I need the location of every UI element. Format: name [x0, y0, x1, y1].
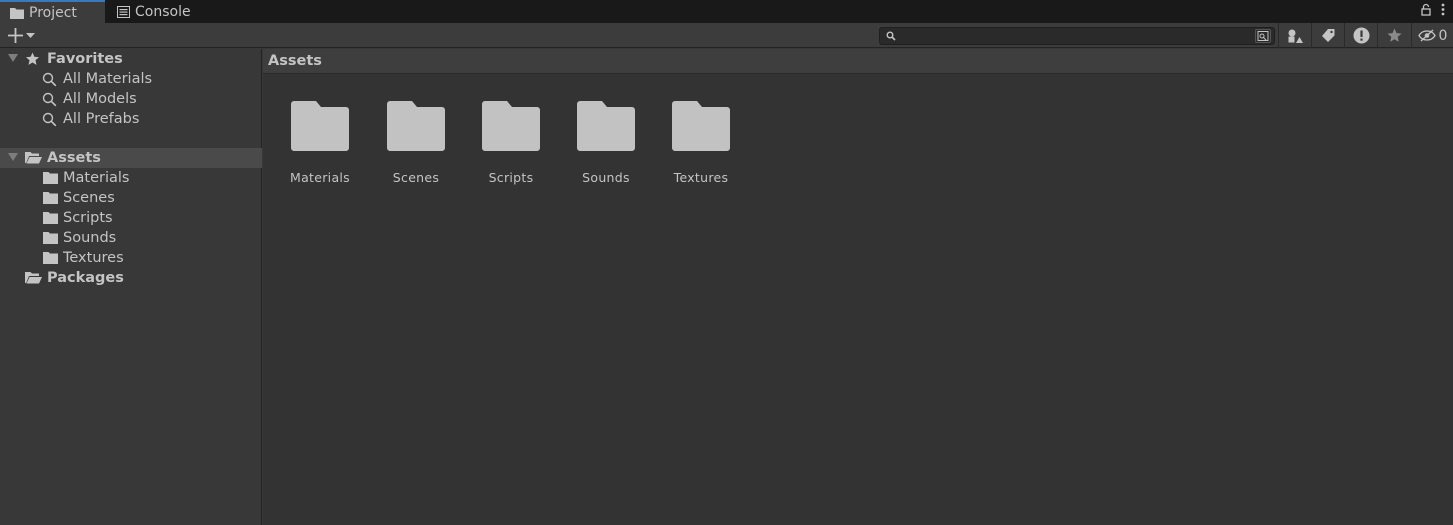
folder-icon	[10, 8, 24, 19]
folder-icon	[43, 172, 58, 184]
breadcrumb-assets[interactable]: Assets	[268, 53, 322, 69]
star-icon	[1387, 28, 1401, 42]
search-by-type-button[interactable]	[1255, 29, 1271, 43]
project-toolbar: 0	[0, 23, 1453, 48]
scene-search-icon	[1257, 31, 1269, 41]
plus-icon	[8, 28, 23, 43]
tree-favorites-label: Favorites	[47, 51, 123, 67]
tab-console-label: Console	[135, 3, 191, 20]
folder-open-icon	[25, 152, 42, 164]
folder-icon	[672, 101, 730, 151]
asset-name: Scripts	[488, 170, 534, 185]
folder-icon	[43, 212, 58, 224]
search-icon	[42, 72, 57, 87]
warning-icon	[1353, 27, 1369, 44]
asset-name: Textures	[673, 170, 729, 185]
search-icon	[42, 112, 57, 127]
tree-folder-label: Scripts	[63, 210, 113, 226]
tab-project-label: Project	[29, 5, 77, 21]
shapes-icon	[1288, 29, 1303, 43]
filter-by-log-type-button[interactable]	[1344, 23, 1377, 48]
breadcrumb: Assets	[263, 49, 1453, 74]
folder-icon	[43, 232, 58, 244]
asset-folder-scenes[interactable]: Scenes	[376, 101, 456, 185]
tree-favorites[interactable]: Favorites	[0, 49, 262, 69]
console-icon	[117, 5, 130, 18]
filter-by-label-button[interactable]	[1311, 23, 1344, 48]
tree-favorite-all-models[interactable]: All Models	[0, 89, 262, 109]
folder-icon	[43, 192, 58, 204]
tab-console[interactable]: Console	[107, 0, 207, 23]
asset-name: Scenes	[392, 170, 440, 185]
tree-folder-scripts[interactable]: Scripts	[0, 208, 262, 228]
lock-icon[interactable]	[1421, 3, 1431, 16]
asset-grid-panel: Assets Materials Scenes Scripts Sounds T…	[263, 49, 1453, 525]
asset-folder-textures[interactable]: Textures	[661, 101, 741, 185]
kebab-menu-icon[interactable]	[1441, 3, 1445, 16]
tree-folder-textures[interactable]: Textures	[0, 248, 262, 268]
folder-icon	[43, 252, 58, 264]
tree-favorite-all-prefabs[interactable]: All Prefabs	[0, 109, 262, 129]
folder-icon	[482, 101, 540, 151]
eye-slash-icon	[1417, 29, 1436, 42]
tree-folder-label: Textures	[63, 250, 124, 266]
tree-folder-sounds[interactable]: Sounds	[0, 228, 262, 248]
asset-name: Sounds	[582, 170, 630, 185]
tree-favorite-label: All Materials	[63, 71, 153, 87]
hidden-count-value: 0	[1438, 27, 1448, 44]
folder-icon	[387, 101, 445, 151]
search-icon	[886, 31, 896, 41]
hidden-packages-toggle[interactable]: 0	[1411, 23, 1453, 48]
tree-packages[interactable]: Packages	[0, 268, 262, 288]
star-icon	[25, 52, 40, 65]
tree-assets-label: Assets	[47, 150, 101, 166]
create-button[interactable]	[8, 26, 44, 45]
tree-folder-scenes[interactable]: Scenes	[0, 188, 262, 208]
expand-arrow-icon[interactable]	[8, 153, 18, 162]
tree-folder-label: Scenes	[63, 190, 115, 206]
tag-icon	[1321, 29, 1334, 42]
folder-tree-panel: Favorites All Materials All Models All P…	[0, 49, 262, 525]
asset-folder-sounds[interactable]: Sounds	[566, 101, 646, 185]
tree-packages-label: Packages	[47, 270, 124, 286]
tree-folder-label: Materials	[63, 170, 130, 186]
search-field[interactable]	[879, 27, 1275, 45]
tab-project[interactable]: Project	[0, 0, 105, 24]
expand-arrow-icon[interactable]	[8, 54, 18, 63]
folder-open-icon	[25, 272, 42, 284]
asset-name: Materials	[290, 170, 350, 185]
filter-by-type-button[interactable]	[1278, 23, 1311, 48]
folder-icon	[291, 101, 349, 151]
tree-favorite-label: All Prefabs	[63, 111, 140, 127]
tree-favorite-label: All Models	[63, 91, 137, 107]
tree-favorite-all-materials[interactable]: All Materials	[0, 69, 262, 89]
asset-folder-materials[interactable]: Materials	[280, 101, 360, 185]
search-icon	[42, 92, 57, 107]
tree-assets[interactable]: Assets	[0, 148, 262, 168]
tree-folder-materials[interactable]: Materials	[0, 168, 262, 188]
tree-folder-label: Sounds	[63, 230, 117, 246]
asset-folder-scripts[interactable]: Scripts	[471, 101, 551, 185]
dropdown-arrow-icon	[26, 32, 35, 38]
folder-icon	[577, 101, 635, 151]
save-search-favorite-button[interactable]	[1377, 23, 1410, 48]
tab-bar: Project Console	[0, 0, 1453, 24]
